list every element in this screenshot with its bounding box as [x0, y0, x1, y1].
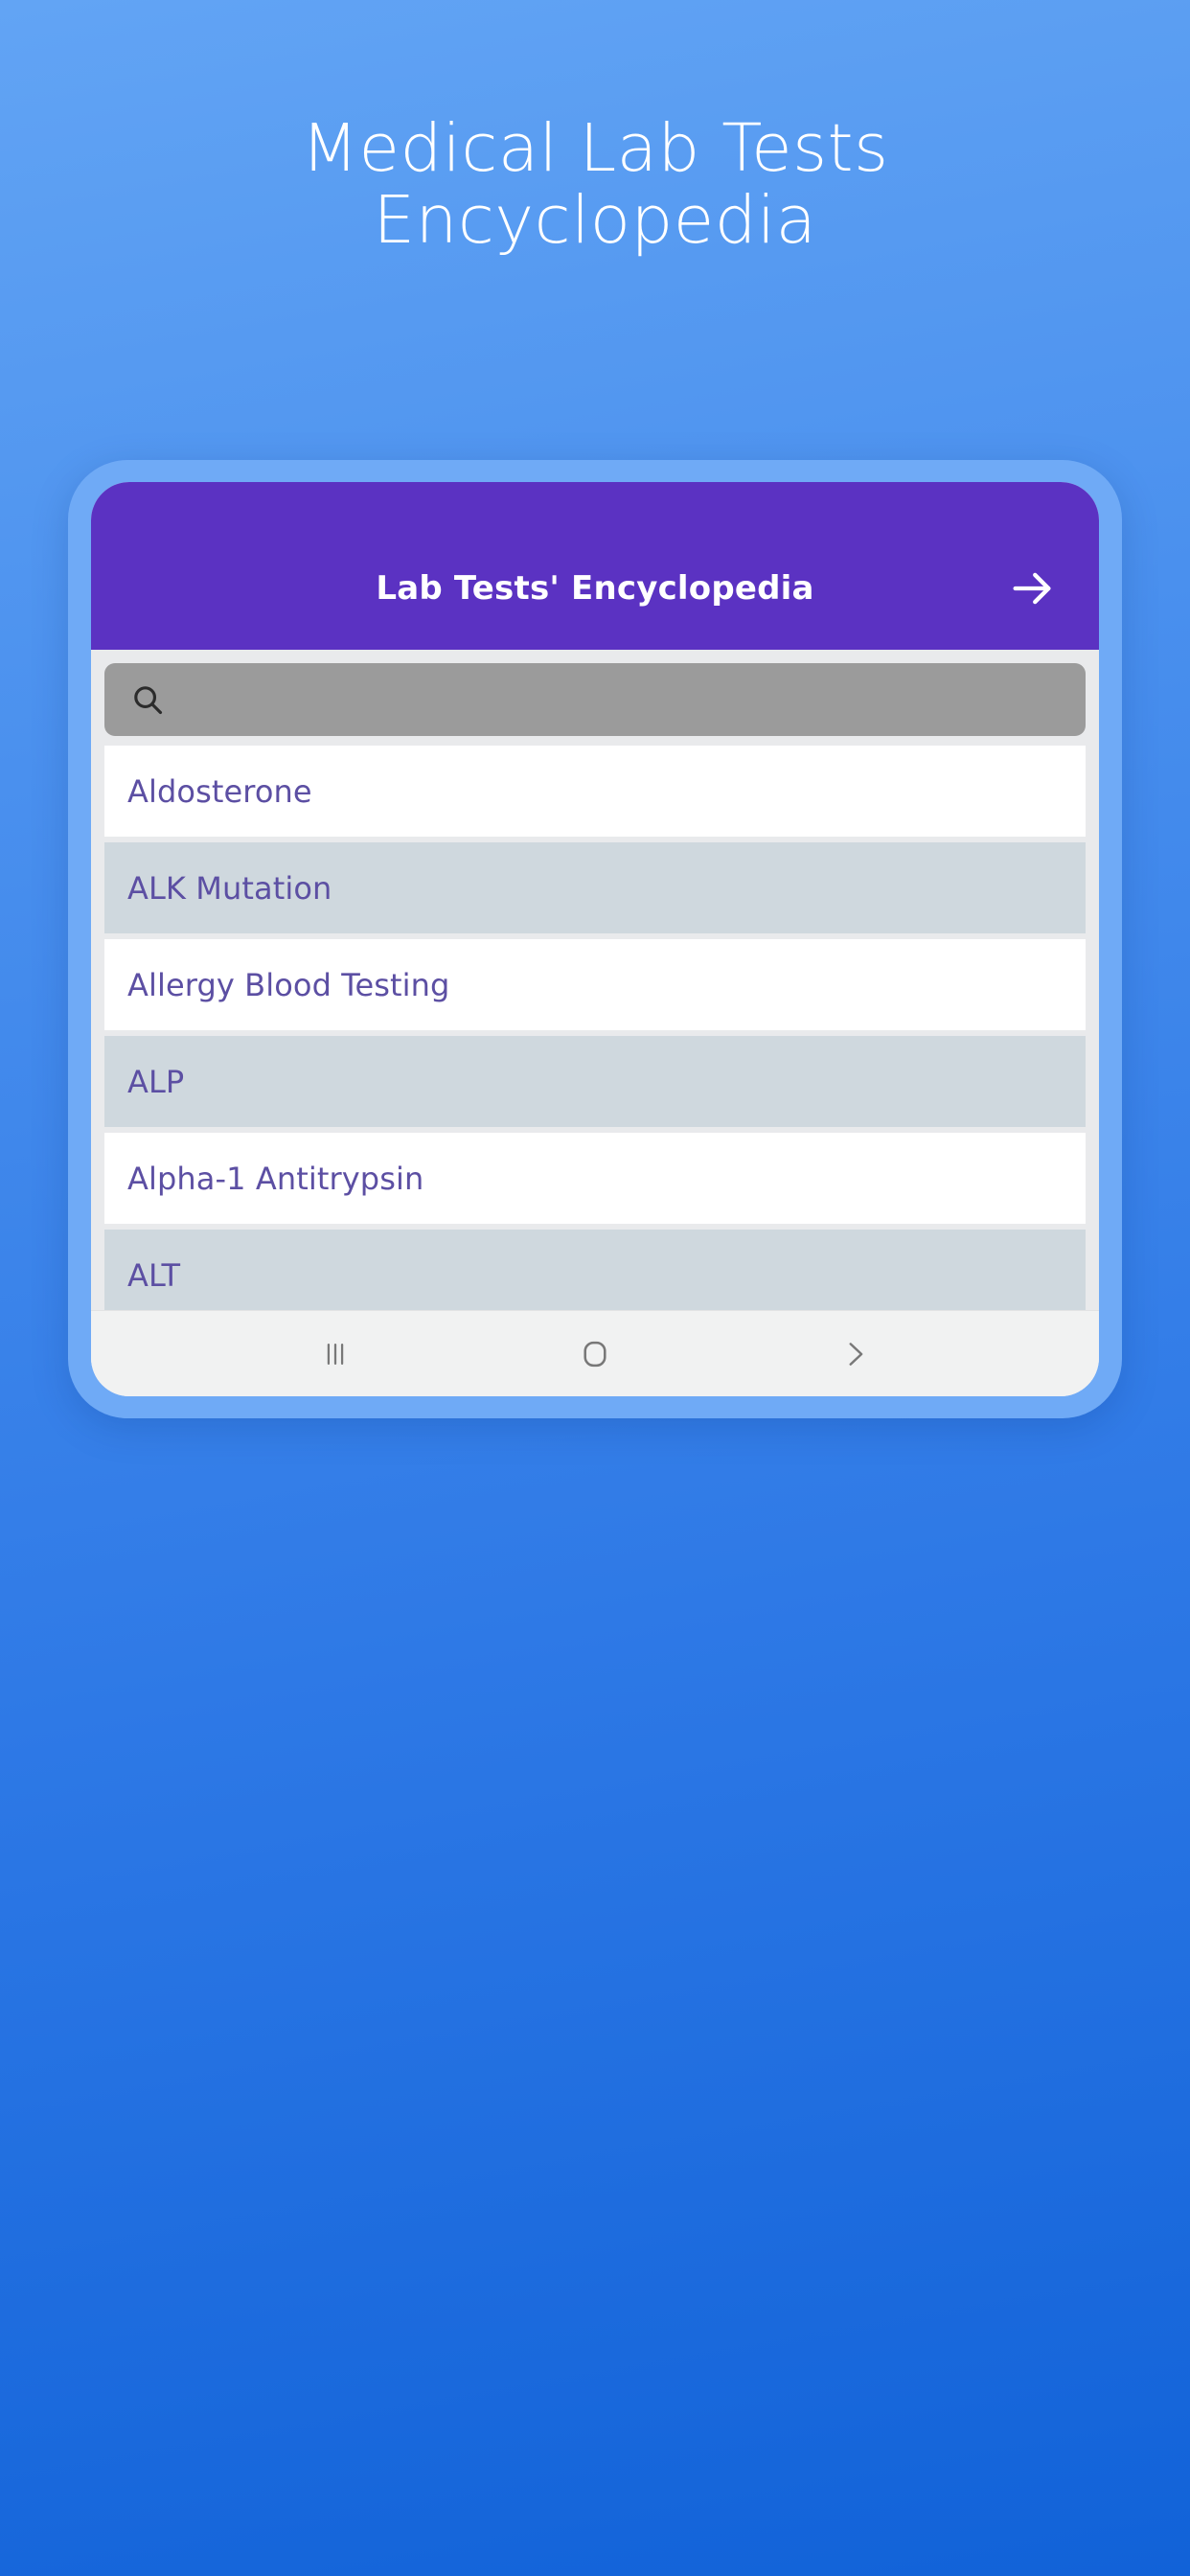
search-input[interactable] — [179, 663, 1086, 736]
lab-tests-list[interactable]: Aldosterone ALK Mutation Allergy Blood T… — [91, 746, 1099, 1310]
list-item[interactable]: Alpha-1 Antitrypsin — [104, 1133, 1086, 1224]
recents-icon[interactable] — [292, 1321, 378, 1388]
page-title: Medical Lab Tests Encyclopedia — [0, 113, 1190, 256]
phone-screen: Lab Tests' Encyclopedia Aldosterone ALK … — [91, 482, 1099, 1396]
search-icon — [129, 681, 166, 718]
back-icon[interactable] — [812, 1321, 898, 1388]
system-navigation-bar — [91, 1310, 1099, 1396]
app-bar-title: Lab Tests' Encyclopedia — [376, 568, 814, 608]
list-item[interactable]: ALK Mutation — [104, 842, 1086, 933]
list-item[interactable]: Aldosterone — [104, 746, 1086, 837]
page-title-line-2: Encyclopedia — [373, 181, 817, 259]
list-item[interactable]: ALT — [104, 1230, 1086, 1310]
search-bar-container — [91, 650, 1099, 746]
app-bar: Lab Tests' Encyclopedia — [91, 482, 1099, 650]
list-item[interactable]: ALP — [104, 1036, 1086, 1127]
page-title-line-1: Medical Lab Tests — [301, 110, 889, 187]
arrow-right-icon[interactable] — [1005, 562, 1059, 615]
home-icon[interactable] — [552, 1321, 638, 1388]
list-item[interactable]: Allergy Blood Testing — [104, 939, 1086, 1030]
search-box[interactable] — [104, 663, 1086, 736]
